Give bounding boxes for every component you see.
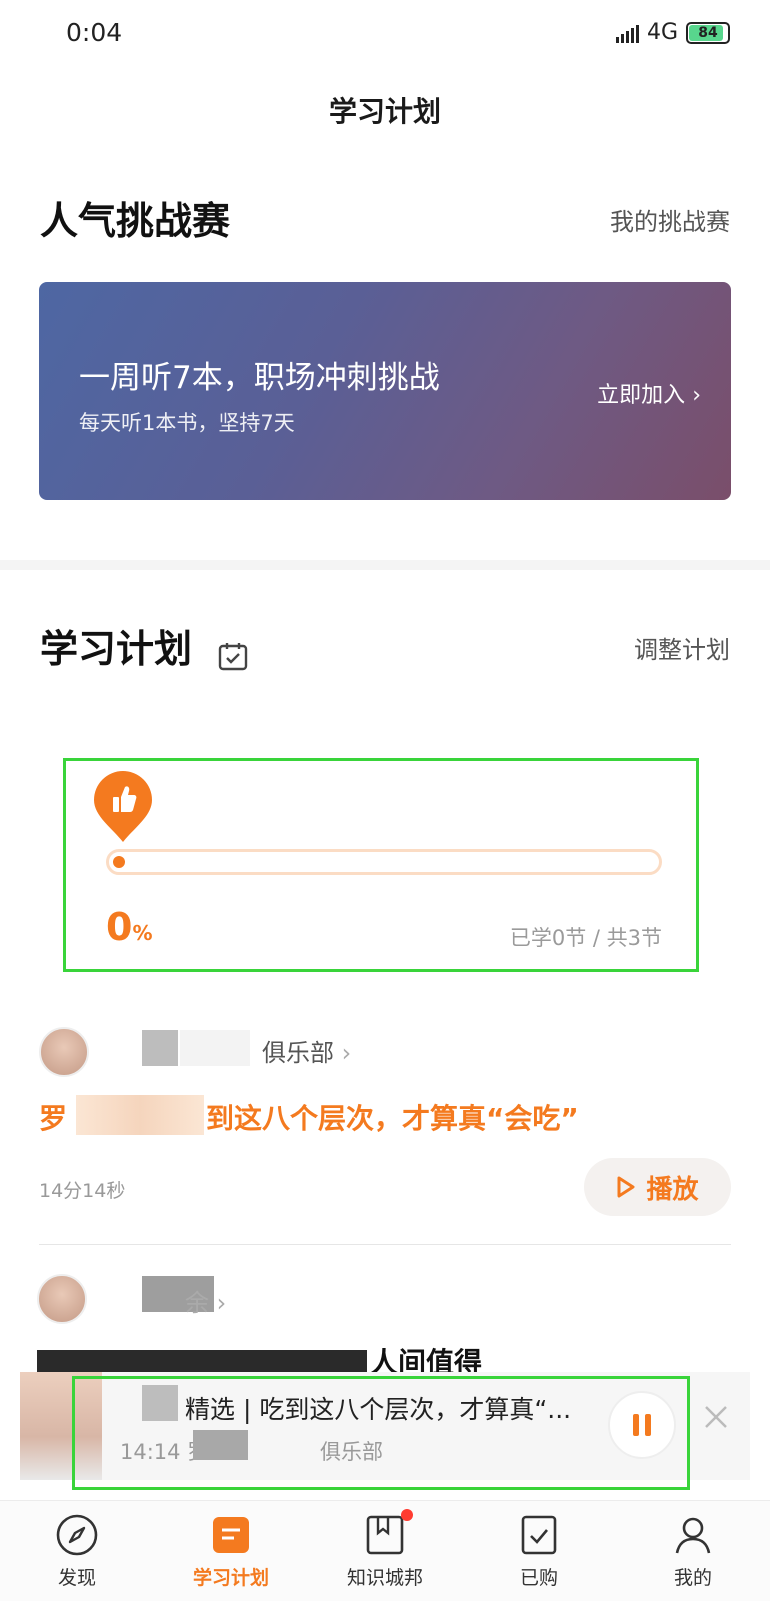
status-indicators: 4G 84: [615, 20, 730, 45]
join-now-button[interactable]: 立即加入 ›: [597, 377, 701, 409]
plan-section-title: 学习计划: [40, 627, 193, 671]
signal-icon: [615, 23, 639, 43]
adjust-plan-link[interactable]: 调整计划: [634, 630, 730, 665]
club-link[interactable]: 余 ›: [185, 1283, 226, 1318]
bookmark-icon: [366, 1515, 404, 1555]
chevron-right-icon: ›: [692, 383, 701, 408]
club-name: 余: [185, 1289, 209, 1317]
chevron-right-icon: ›: [341, 1039, 352, 1067]
profile-icon: [675, 1517, 711, 1554]
calendar-icon[interactable]: [218, 641, 248, 671]
my-challenges-link[interactable]: 我的挑战赛: [610, 202, 730, 237]
progress-fill: [113, 856, 125, 868]
challenge-card-subtitle: 每天听1本书，坚持7天: [79, 411, 295, 435]
list-divider: [39, 1244, 731, 1245]
redacted-block: [37, 1350, 367, 1372]
tab-knowledge-city[interactable]: 知识城邦: [308, 1501, 462, 1601]
tab-label: 知识城邦: [346, 1567, 423, 1589]
progress-summary: 已学0节 / 共3节: [509, 926, 662, 950]
club-name: 俱乐部: [262, 1039, 334, 1067]
percent-unit: %: [132, 921, 153, 945]
progress-percent: 0%: [106, 905, 153, 949]
club-avatar[interactable]: [37, 1274, 87, 1324]
lesson-duration: 14分14秒: [39, 1180, 126, 1202]
battery-icon: 84: [686, 21, 730, 44]
play-button[interactable]: 播放: [584, 1158, 731, 1216]
tab-label: 学习计划: [192, 1567, 269, 1589]
tab-label: 已购: [519, 1567, 558, 1589]
page-title: 学习计划: [328, 95, 441, 128]
tab-purchased[interactable]: 已购: [462, 1501, 616, 1601]
tab-study-plan[interactable]: 学习计划: [154, 1501, 308, 1601]
close-icon[interactable]: [703, 1404, 729, 1430]
tab-label: 我的: [673, 1567, 712, 1589]
lesson-title[interactable]: 罗: [39, 1097, 67, 1137]
chevron-right-icon: ›: [216, 1289, 227, 1317]
tab-discover[interactable]: 发现: [0, 1501, 154, 1601]
notification-dot: [401, 1509, 413, 1521]
network-type: 4G: [646, 20, 678, 45]
plan-icon: [213, 1517, 249, 1553]
status-time: 0:04: [66, 18, 123, 47]
lesson-title-rest: 到这八个层次，才算真“会吃”: [206, 1102, 579, 1135]
tab-mine[interactable]: 我的: [616, 1501, 770, 1601]
lesson-title-start: 罗: [39, 1102, 68, 1135]
join-now-label: 立即加入: [597, 383, 686, 408]
challenge-section-title: 人气挑战赛: [40, 199, 231, 243]
challenge-card[interactable]: 一周听7本，职场冲刺挑战 每天听1本书，坚持7天 立即加入 ›: [39, 282, 731, 500]
battery-level: 84: [698, 24, 718, 41]
play-label: 播放: [646, 1174, 699, 1205]
tab-label: 发现: [57, 1567, 96, 1589]
redacted-block: [76, 1095, 204, 1135]
bookmark-icon-wrap: [363, 1509, 413, 1557]
club-avatar[interactable]: [39, 1027, 89, 1077]
compass-icon: [56, 1514, 98, 1556]
player-highlight-frame: [72, 1376, 690, 1490]
progress-bar: [106, 849, 662, 875]
club-link[interactable]: 俱乐部 ›: [262, 1033, 351, 1068]
bottom-tab-bar: 发现 学习计划 知识城邦 已购 我的: [0, 1500, 770, 1601]
progress-percent-value: 0: [106, 905, 133, 949]
play-icon: [617, 1176, 635, 1198]
challenge-card-title: 一周听7本，职场冲刺挑战: [79, 360, 440, 396]
checked-doc-icon: [521, 1515, 557, 1555]
thumbs-up-marker-icon: [94, 771, 152, 842]
redacted-block: [180, 1030, 250, 1066]
section-divider: [0, 560, 770, 570]
redacted-block: [142, 1030, 178, 1066]
